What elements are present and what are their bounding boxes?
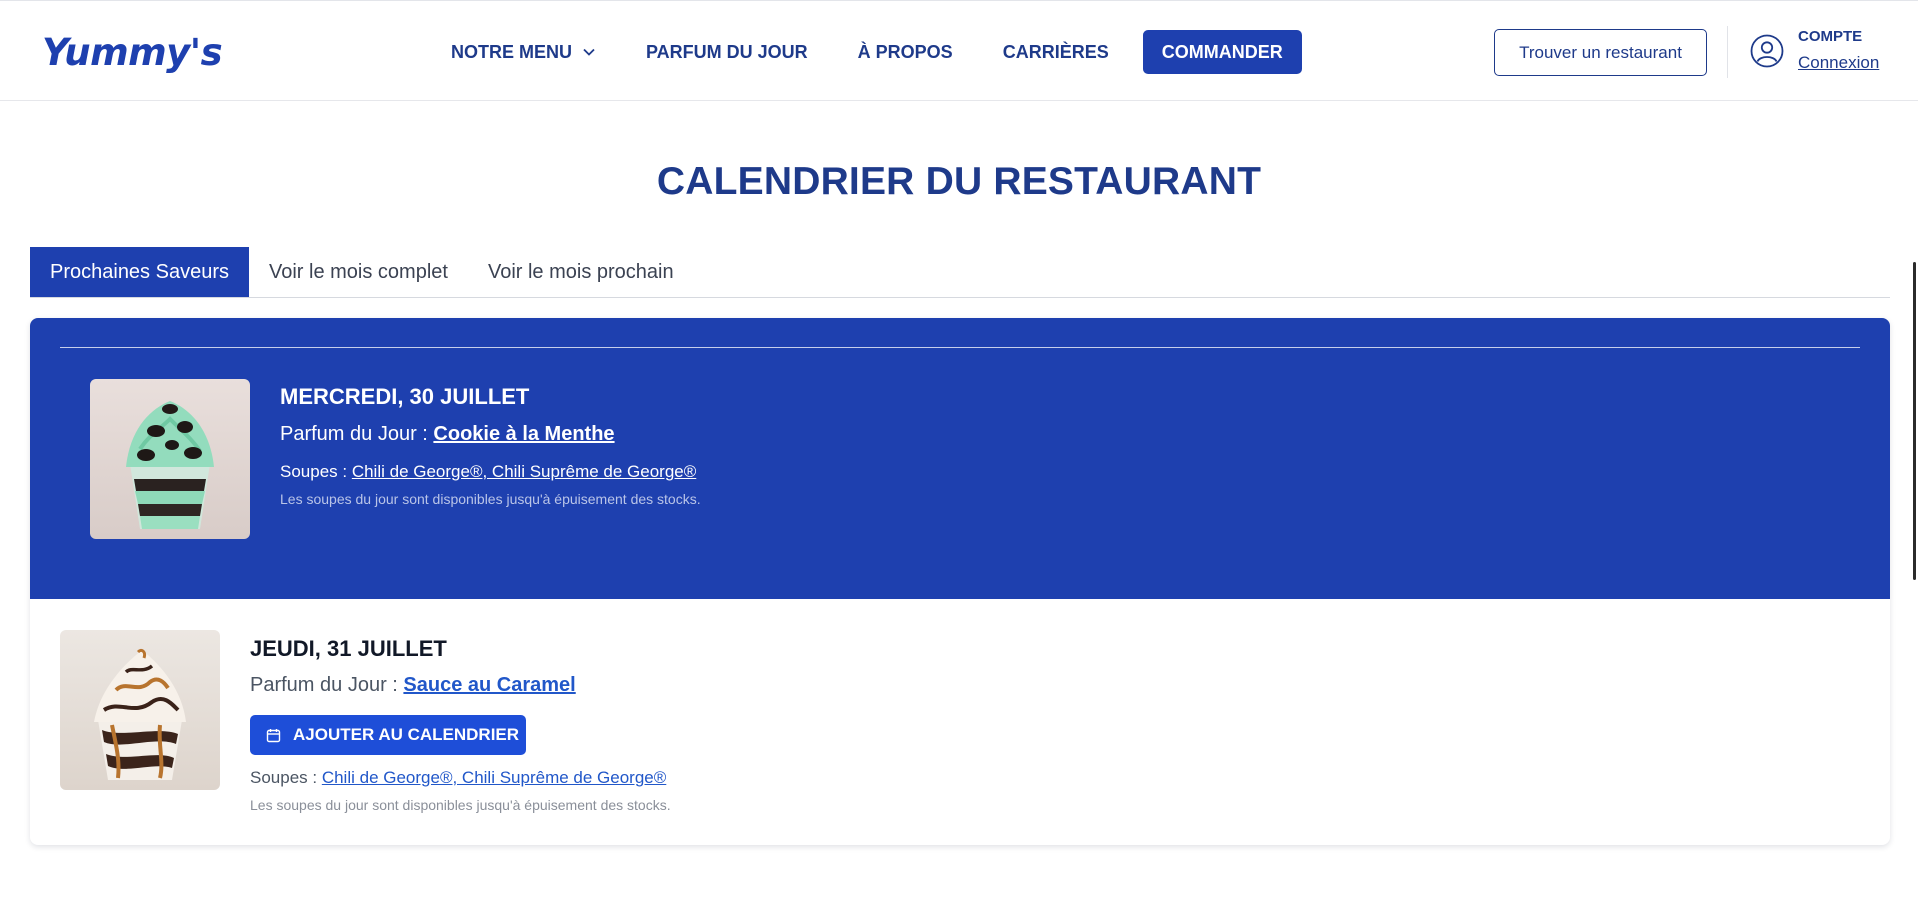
user-circle-icon[interactable] <box>1750 34 1784 68</box>
order-button[interactable]: COMMANDER <box>1142 30 1302 74</box>
page-scrollbar[interactable] <box>1913 262 1916 580</box>
soup-note: Les soupes du jour sont disponibles jusq… <box>250 797 671 813</box>
soup-prefix: Soupes : <box>250 768 322 787</box>
site-header: Yummy's NOTRE MENU PARFUM DU JOUR À PROP… <box>0 0 1918 101</box>
day-date: JEUDI, 31 JUILLET <box>250 636 447 661</box>
account-label: COMPTE <box>1798 28 1863 45</box>
flavor-prefix: Parfum du Jour : <box>250 674 404 696</box>
flavor-link[interactable]: Sauce au Caramel <box>403 674 575 696</box>
flavor-prefix: Parfum du Jour : <box>280 423 434 445</box>
find-restaurant-button[interactable]: Trouver un restaurant <box>1494 29 1707 76</box>
brand-logo[interactable]: Yummy's <box>42 31 223 74</box>
day-date: MERCREDI, 30 JUILLET <box>280 384 530 409</box>
calendar-tabs: Prochaines Saveurs Voir le mois complet … <box>30 247 1890 298</box>
add-to-calendar-button[interactable]: AJOUTER AU CALENDRIER <box>250 715 526 755</box>
flavor-image-mint-cookie[interactable] <box>90 379 250 539</box>
flavor-link[interactable]: Cookie à la Menthe <box>433 423 614 445</box>
soup-line: Soupes : Chili de George®, Chili Suprême… <box>250 768 666 788</box>
page-title: CALENDRIER DU RESTAURANT <box>656 160 1262 203</box>
add-to-calendar-label: AJOUTER AU CALENDRIER <box>293 725 520 744</box>
soup-prefix: Soupes : <box>280 462 352 481</box>
login-link[interactable]: Connexion <box>1798 53 1879 73</box>
tab-upcoming-flavors[interactable]: Prochaines Saveurs <box>30 247 249 297</box>
nav-item-menu[interactable]: NOTRE MENU <box>451 42 596 63</box>
flavor-line: Parfum du Jour : Sauce au Caramel <box>250 674 576 697</box>
nav-item-careers[interactable]: CARRIÈRES <box>1003 42 1109 63</box>
header-divider <box>1727 26 1728 78</box>
flavor-image-caramel[interactable] <box>60 630 220 790</box>
tab-full-month[interactable]: Voir le mois complet <box>249 247 468 297</box>
soup-note: Les soupes du jour sont disponibles jusq… <box>280 491 701 507</box>
chevron-down-icon <box>583 48 595 56</box>
calendar-card: MERCREDI, 30 JUILLET Parfum du Jour : Co… <box>30 318 1890 845</box>
calendar-icon <box>266 728 281 742</box>
tab-next-month[interactable]: Voir le mois prochain <box>468 247 694 297</box>
flavor-line: Parfum du Jour : Cookie à la Menthe <box>280 423 615 446</box>
divider <box>60 347 1860 348</box>
day-entry-today: MERCREDI, 30 JUILLET Parfum du Jour : Co… <box>30 318 1890 599</box>
nav-item-label: NOTRE MENU <box>451 41 572 62</box>
soup-link[interactable]: Chili de George®, Chili Suprême de Georg… <box>322 768 666 787</box>
soup-link[interactable]: Chili de George®, Chili Suprême de Georg… <box>352 462 696 481</box>
main-nav: NOTRE MENU PARFUM DU JOUR À PROPOS CARRI… <box>451 30 1302 74</box>
nav-item-flavor-of-day[interactable]: PARFUM DU JOUR <box>646 42 808 63</box>
nav-item-about[interactable]: À PROPOS <box>858 42 953 63</box>
soup-line: Soupes : Chili de George®, Chili Suprême… <box>280 462 696 482</box>
